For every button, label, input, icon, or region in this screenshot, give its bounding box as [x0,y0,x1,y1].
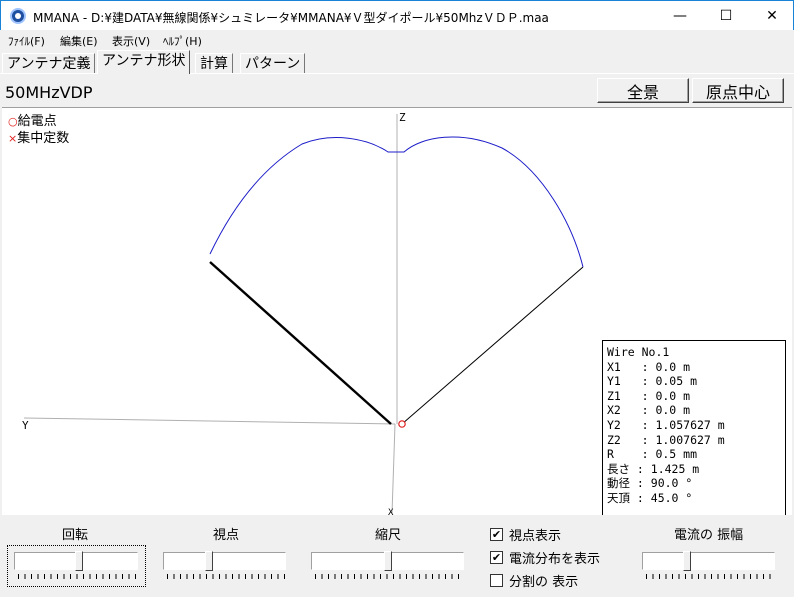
wire-2[interactable] [401,266,584,425]
app-icon[interactable] [10,8,26,24]
checkbox-box[interactable]: ✔ [490,551,503,564]
checkbox-label: 分割の 表示 [509,575,579,590]
wire-info-line: Wire No.1 [607,345,670,359]
wire-1-selected[interactable] [209,261,392,425]
wire-info-line: Z1 : 0.0 m [607,388,691,403]
menu-edit[interactable]: 編集(E) [60,33,98,49]
wire-info-panel: Wire No.1 X1 : 0.0 m Y1 : 0.05 m Z1 : 0.0 m… [602,340,786,518]
wire-info-line: R : 0.5 mm [607,447,698,462]
window-title: MMANA - D:¥建DATA¥無線関係¥シュミレータ¥MMANA¥Ｖ型ダイポ… [33,11,549,25]
scale-slider-thumb[interactable] [384,551,392,571]
full-view-button[interactable]: 全景 [597,78,689,103]
show-segments-checkbox[interactable]: 分割の 表示 [490,571,578,590]
menu-help[interactable]: ﾍﾙﾌﾟ(H) [163,33,202,49]
tab-pattern[interactable]: パターン [240,53,306,74]
axis-z-label: Z [399,111,406,124]
current-amplitude-slider[interactable] [642,551,775,571]
menu-view[interactable]: 表示(V) [112,33,150,49]
tab-antenna-shape[interactable]: アンテナ形状 [97,50,191,74]
title-bar: MMANA - D:¥建DATA¥無線関係¥シュミレータ¥MMANA¥Ｖ型ダイポ… [0,0,794,30]
y-axis-line [23,417,396,425]
show-current-distribution-checkbox[interactable]: ✔ 電流分布を表示 [490,548,600,567]
model-name: 50MHzVDP [5,83,93,102]
wire-info-line: 天頂 : 45.0 ° [607,490,693,505]
antenna-view-canvas[interactable]: ○給電点 ×集中定数 Z Y X Wire No.1 X1 : 0.0 m Y1 :… [2,107,792,518]
feed-point-marker[interactable] [398,420,406,428]
tab-calculation[interactable]: 計算 [195,53,233,74]
wire-info-line: X1 : 0.0 m [607,359,691,374]
wire-info-line: Y1 : 0.05 m [607,374,698,389]
checkbox-label: 電流分布を表示 [509,552,601,567]
minimize-button[interactable]: — [657,1,703,30]
legend-load-label: 集中定数 [17,131,70,146]
maximize-button[interactable]: ☐ [703,1,749,30]
view-controls: 回転 視点 縮尺 ✔ 視点表示 ✔ 電流分布を表示 分割の 表示 電流の 振幅 [0,515,794,597]
scale-label: 縮尺 [375,528,402,543]
rotate-label: 回転 [62,528,89,543]
tab-bar: アンテナ定義 アンテナ形状 計算 パターン [0,50,794,74]
show-viewpoint-checkbox[interactable]: ✔ 視点表示 [490,525,561,544]
rotate-slider-thumb[interactable] [75,551,83,571]
checkbox-box[interactable] [490,574,503,587]
rotate-slider-ticks [18,574,136,579]
current-amplitude-slider-thumb[interactable] [683,551,691,571]
wire-info-line: X2 : 0.0 m [607,403,691,418]
axis-y-label: Y [22,419,29,432]
view-header: 50MHzVDP 全景 原点中心 [0,74,794,106]
origin-center-button[interactable]: 原点中心 [692,78,784,103]
menu-file[interactable]: ﾌｧｲﾙ(F) [8,33,45,49]
legend-lumped-load: ×集中定数 [8,127,69,146]
wire-info-line: 動径 : 90.0 ° [607,476,693,491]
viewpoint-label: 視点 [213,528,240,543]
rotate-slider[interactable] [14,551,138,571]
scale-slider-ticks [315,574,461,579]
load-icon: × [8,132,18,145]
viewpoint-slider-ticks [167,574,285,579]
x-axis-line [391,423,396,515]
wire-info-line: Z2 : 1.007627 m [607,432,725,447]
wire-info-line: 長さ : 1.425 m [607,461,700,476]
wire-info-line: Y2 : 1.057627 m [607,417,725,432]
current-amplitude-slider-ticks [646,574,774,579]
viewpoint-slider[interactable] [163,551,286,571]
menu-bar: ﾌｧｲﾙ(F) 編集(E) 表示(V) ﾍﾙﾌﾟ(H) [0,30,794,50]
close-button[interactable]: ✕ [749,1,794,30]
checkbox-label: 視点表示 [509,529,562,544]
viewpoint-slider-thumb[interactable] [205,551,213,571]
current-amplitude-label: 電流の 振幅 [674,528,744,543]
scale-slider[interactable] [311,551,464,571]
checkbox-box[interactable]: ✔ [490,528,503,541]
tab-antenna-definition[interactable]: アンテナ定義 [2,53,96,74]
